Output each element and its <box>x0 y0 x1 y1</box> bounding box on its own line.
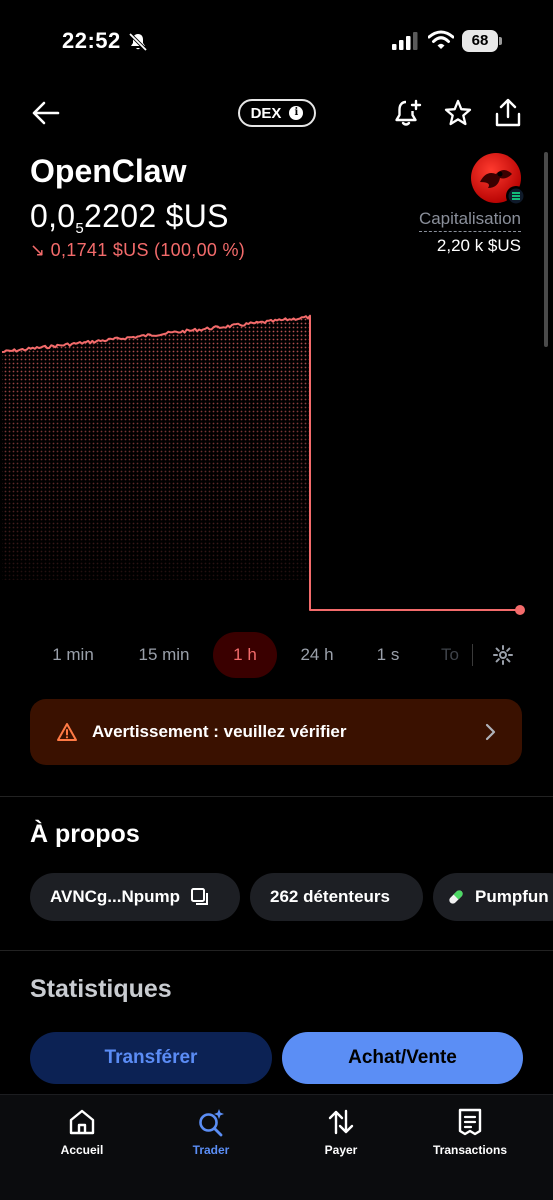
range-15min[interactable]: 15 min <box>126 632 202 678</box>
search-sparkle-icon <box>199 1109 224 1137</box>
price-change: ↘ 0,1741 $US (100,00 %) <box>30 240 246 260</box>
contract-address-chip[interactable]: AVNCg...Npump <box>30 873 240 921</box>
tab-trader[interactable]: Trader <box>156 1107 266 1167</box>
dex-badge[interactable]: DEX i <box>238 99 316 127</box>
price-prefix: 0,0 <box>30 198 76 234</box>
transfer-button[interactable]: Transférer <box>30 1032 272 1084</box>
about-chips: AVNCg...Npump 262 détenteurs Pumpfun <box>30 873 553 921</box>
chevron-right-icon <box>485 723 496 741</box>
share-icon[interactable] <box>492 97 524 129</box>
holders-count: 262 détenteurs <box>270 887 390 906</box>
back-arrow-icon[interactable] <box>30 97 62 129</box>
tab-pay-label: Payer <box>324 1143 358 1157</box>
tab-home[interactable]: Accueil <box>27 1107 137 1167</box>
bell-muted-icon <box>128 32 148 52</box>
chart-settings-gear-icon[interactable] <box>492 644 514 666</box>
price-chart[interactable] <box>0 290 553 630</box>
warning-text: Avertissement : veuillez vérifier <box>92 722 347 741</box>
tab-home-label: Accueil <box>60 1143 104 1157</box>
current-price-dot <box>515 605 525 615</box>
tab-trader-label: Trader <box>192 1143 230 1157</box>
contract-address: AVNCg...Npump <box>50 887 181 906</box>
warning-banner[interactable]: Avertissement : veuillez vérifier <box>30 699 522 765</box>
holders-chip[interactable]: 262 détenteurs <box>250 873 423 921</box>
transfer-arrows-icon <box>328 1109 354 1135</box>
range-24h[interactable]: 24 h <box>286 632 348 678</box>
asset-name: OpenClaw <box>30 153 187 189</box>
range-1min[interactable]: 1 min <box>36 632 110 678</box>
copy-icon <box>191 888 209 905</box>
receipt-icon <box>458 1108 482 1136</box>
wifi-icon <box>428 30 454 49</box>
top-navigation: DEX i <box>0 95 553 135</box>
asset-price: 0,052202 $US <box>30 198 229 237</box>
price-suffix: 2202 $US <box>84 198 229 234</box>
pill-icon <box>449 890 463 904</box>
time-range-selector: 1 min 15 min 1 h 24 h 1 s To <box>0 632 553 678</box>
favorite-star-icon[interactable] <box>442 97 474 129</box>
status-bar: 22:52 68 <box>0 0 553 80</box>
stats-section-title: Statistiques <box>30 975 172 1003</box>
home-icon <box>69 1109 95 1135</box>
cellular-signal-icon <box>392 32 418 50</box>
buy-sell-button[interactable]: Achat/Vente <box>282 1032 523 1084</box>
warning-triangle-icon <box>57 723 77 741</box>
tab-transactions[interactable]: Transactions <box>415 1107 525 1167</box>
range-1s[interactable]: 1 s <box>358 632 418 678</box>
range-all[interactable]: To <box>432 632 468 678</box>
platform-chip[interactable]: Pumpfun <box>433 873 553 921</box>
chart-area-fill <box>2 315 310 580</box>
market-cap-value: 2,20 k $US <box>436 236 521 255</box>
info-icon: i <box>289 106 304 120</box>
bottom-tab-bar: Accueil Trader Payer Transactions <box>0 1094 553 1200</box>
about-section-title: À propos <box>30 820 140 848</box>
chart-area <box>2 315 310 580</box>
add-alert-icon[interactable] <box>392 97 424 129</box>
range-1h[interactable]: 1 h <box>213 632 277 678</box>
tab-transactions-label: Transactions <box>432 1143 508 1157</box>
dex-badge-label: DEX <box>250 104 282 122</box>
status-time: 22:52 <box>62 28 121 53</box>
platform-name: Pumpfun <box>475 887 549 906</box>
price-subscript: 5 <box>75 220 85 237</box>
divider <box>0 796 553 797</box>
token-logo <box>471 153 526 206</box>
battery-level: 68 <box>462 30 498 52</box>
market-cap-label[interactable]: Capitalisation <box>418 209 521 232</box>
tab-pay[interactable]: Payer <box>286 1107 396 1167</box>
battery-indicator: 68 <box>462 30 502 52</box>
divider <box>0 950 553 951</box>
